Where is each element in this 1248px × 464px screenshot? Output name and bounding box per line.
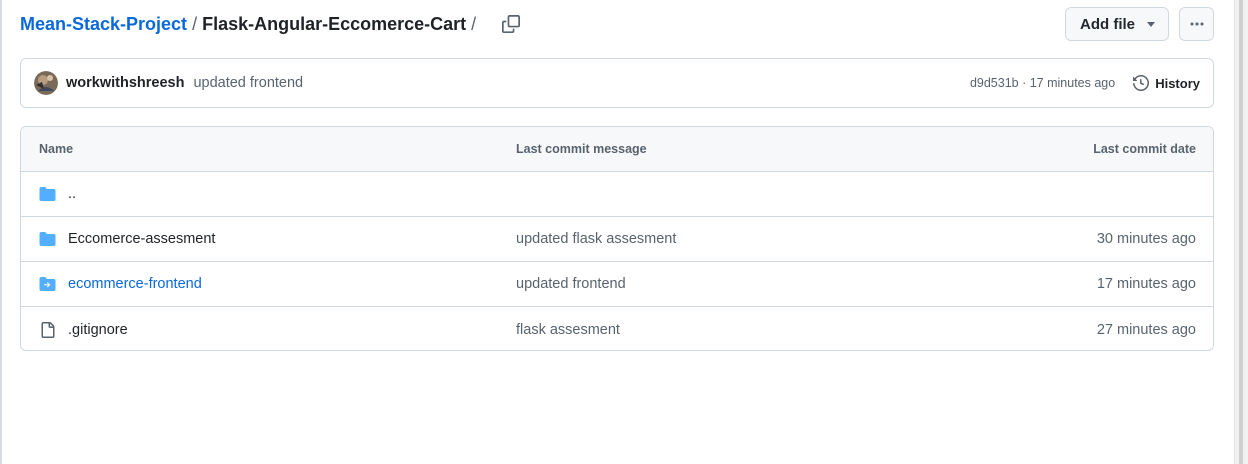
add-file-label: Add file <box>1080 15 1135 33</box>
commit-author-link[interactable]: workwithshreesh <box>66 75 184 91</box>
table-row[interactable]: Eccomerce-assesment updated flask assesm… <box>21 217 1213 262</box>
header-row: Mean-Stack-Project / Flask-Angular-Eccom… <box>20 7 1214 41</box>
breadcrumb-repo-link[interactable]: Mean-Stack-Project <box>20 14 187 35</box>
file-table-header: Name Last commit message Last commit dat… <box>21 127 1213 172</box>
commit-message-link[interactable]: flask assesment <box>516 322 620 338</box>
header-actions: Add file <box>1065 7 1214 41</box>
breadcrumb: Mean-Stack-Project / Flask-Angular-Eccom… <box>20 14 481 35</box>
header-last-commit-date: Last commit date <box>1093 142 1196 156</box>
header-last-commit-message: Last commit message <box>516 142 647 156</box>
parent-directory-row[interactable]: .. <box>21 172 1213 217</box>
history-icon <box>1133 75 1150 91</box>
parent-directory-link[interactable]: .. <box>68 186 76 202</box>
breadcrumb-trailing-separator: / <box>471 13 477 34</box>
commit-hash-and-time[interactable]: d9d531b · 17 minutes ago <box>970 76 1115 90</box>
file-name-link[interactable]: Eccomerce-assesment <box>68 231 215 247</box>
more-options-button[interactable] <box>1179 7 1214 41</box>
commit-message-link[interactable]: updated frontend <box>193 75 303 91</box>
file-name-cell: ecommerce-frontend <box>39 276 202 292</box>
commit-message-link[interactable]: updated frontend <box>516 276 626 292</box>
file-table: Name Last commit message Last commit dat… <box>20 126 1214 351</box>
table-row[interactable]: .gitignore flask assesment 27 minutes ag… <box>21 307 1213 350</box>
file-icon <box>39 321 56 338</box>
scrollbar-track[interactable] <box>1239 0 1243 464</box>
header-name: Name <box>39 142 74 156</box>
history-button[interactable]: History <box>1133 75 1200 91</box>
avatar[interactable] <box>34 71 58 95</box>
file-name-link[interactable]: ecommerce-frontend <box>68 276 202 292</box>
copy-path-button[interactable] <box>497 10 525 38</box>
chevron-down-icon <box>1147 21 1155 27</box>
scrollbar[interactable] <box>1234 0 1248 464</box>
folder-icon <box>39 231 56 247</box>
commit-date: 17 minutes ago <box>1096 276 1196 292</box>
submodule-folder-icon <box>39 276 56 292</box>
history-label: History <box>1155 75 1200 91</box>
parent-directory-cell: .. <box>39 186 76 202</box>
breadcrumb-separator: / <box>192 13 198 34</box>
commit-date: 27 minutes ago <box>1096 321 1196 338</box>
file-name-link[interactable]: .gitignore <box>68 322 128 338</box>
latest-commit-bar: workwithshreesh updated frontend d9d531b… <box>20 58 1214 108</box>
commit-message-link[interactable]: updated flask assesment <box>516 231 676 247</box>
breadcrumb-current-folder: Flask-Angular-Eccomerce-Cart <box>202 13 467 34</box>
table-row[interactable]: ecommerce-frontend updated frontend 17 m… <box>21 262 1213 307</box>
file-name-cell: Eccomerce-assesment <box>39 231 215 247</box>
folder-icon <box>39 186 56 202</box>
copy-icon <box>502 15 521 33</box>
commit-right-group: d9d531b · 17 minutes ago History <box>970 75 1200 91</box>
file-name-cell: .gitignore <box>39 321 128 338</box>
commit-date: 30 minutes ago <box>1096 231 1196 247</box>
add-file-button[interactable]: Add file <box>1065 7 1169 41</box>
window-left-edge <box>0 0 2 464</box>
kebab-horizontal-icon <box>1190 22 1203 26</box>
